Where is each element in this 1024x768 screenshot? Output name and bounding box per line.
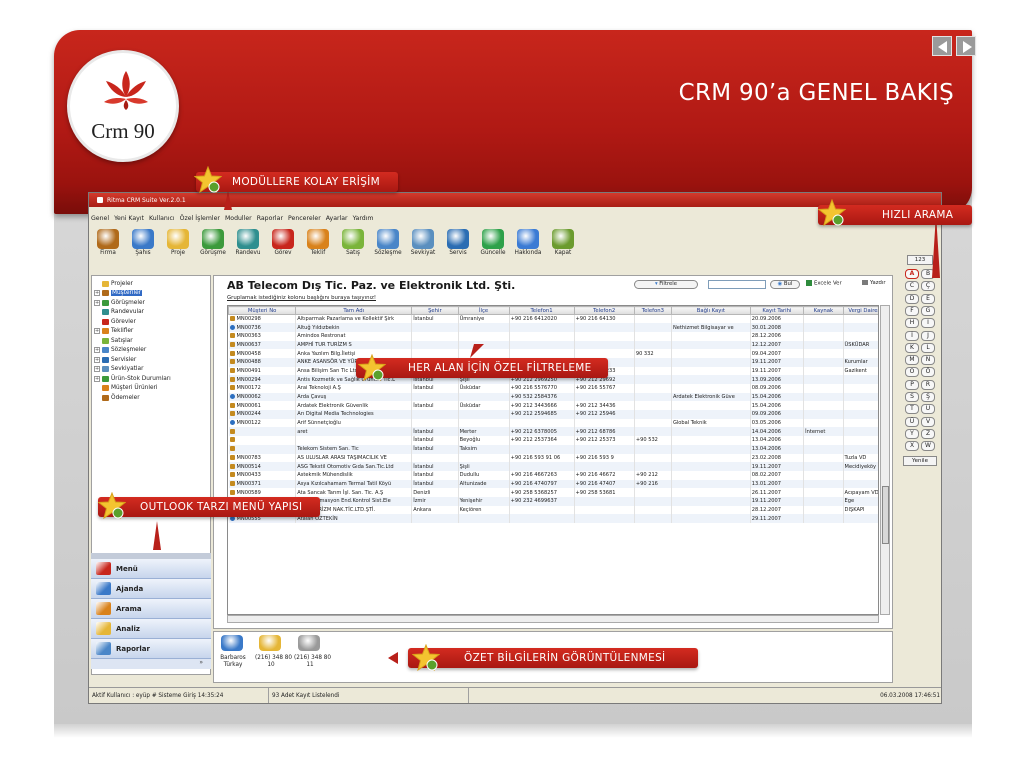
callout-modules-text: MODÜLLERE KOLAY ERİŞİM [232,176,380,188]
callout-outlook-text: OUTLOOK TARZI MENÜ YAPISI [140,501,303,513]
star-icon [818,199,846,227]
arrow-outlook [153,521,161,550]
callout-outlook: OUTLOOK TARZI MENÜ YAPISI [98,497,320,517]
arrow-summary [388,652,398,664]
arrow-modules [224,191,232,210]
star-icon [98,492,126,520]
star-icon [194,166,222,194]
callout-modules: MODÜLLERE KOLAY ERİŞİM [196,172,398,192]
star-icon [358,354,386,382]
callout-summary: ÖZET BİLGİLERİN GÖRÜNTÜLENMESİ [408,648,698,668]
callout-filter: HER ALAN İÇİN ÖZEL FİLTRELEME [356,358,608,378]
callout-quick-search-text: HIZLI ARAMA [882,209,954,221]
callout-filter-text: HER ALAN İÇİN ÖZEL FİLTRELEME [408,362,592,374]
callout-summary-text: ÖZET BİLGİLERİN GÖRÜNTÜLENMESİ [464,652,666,664]
star-icon [412,644,440,672]
arrow-filter [470,344,484,358]
